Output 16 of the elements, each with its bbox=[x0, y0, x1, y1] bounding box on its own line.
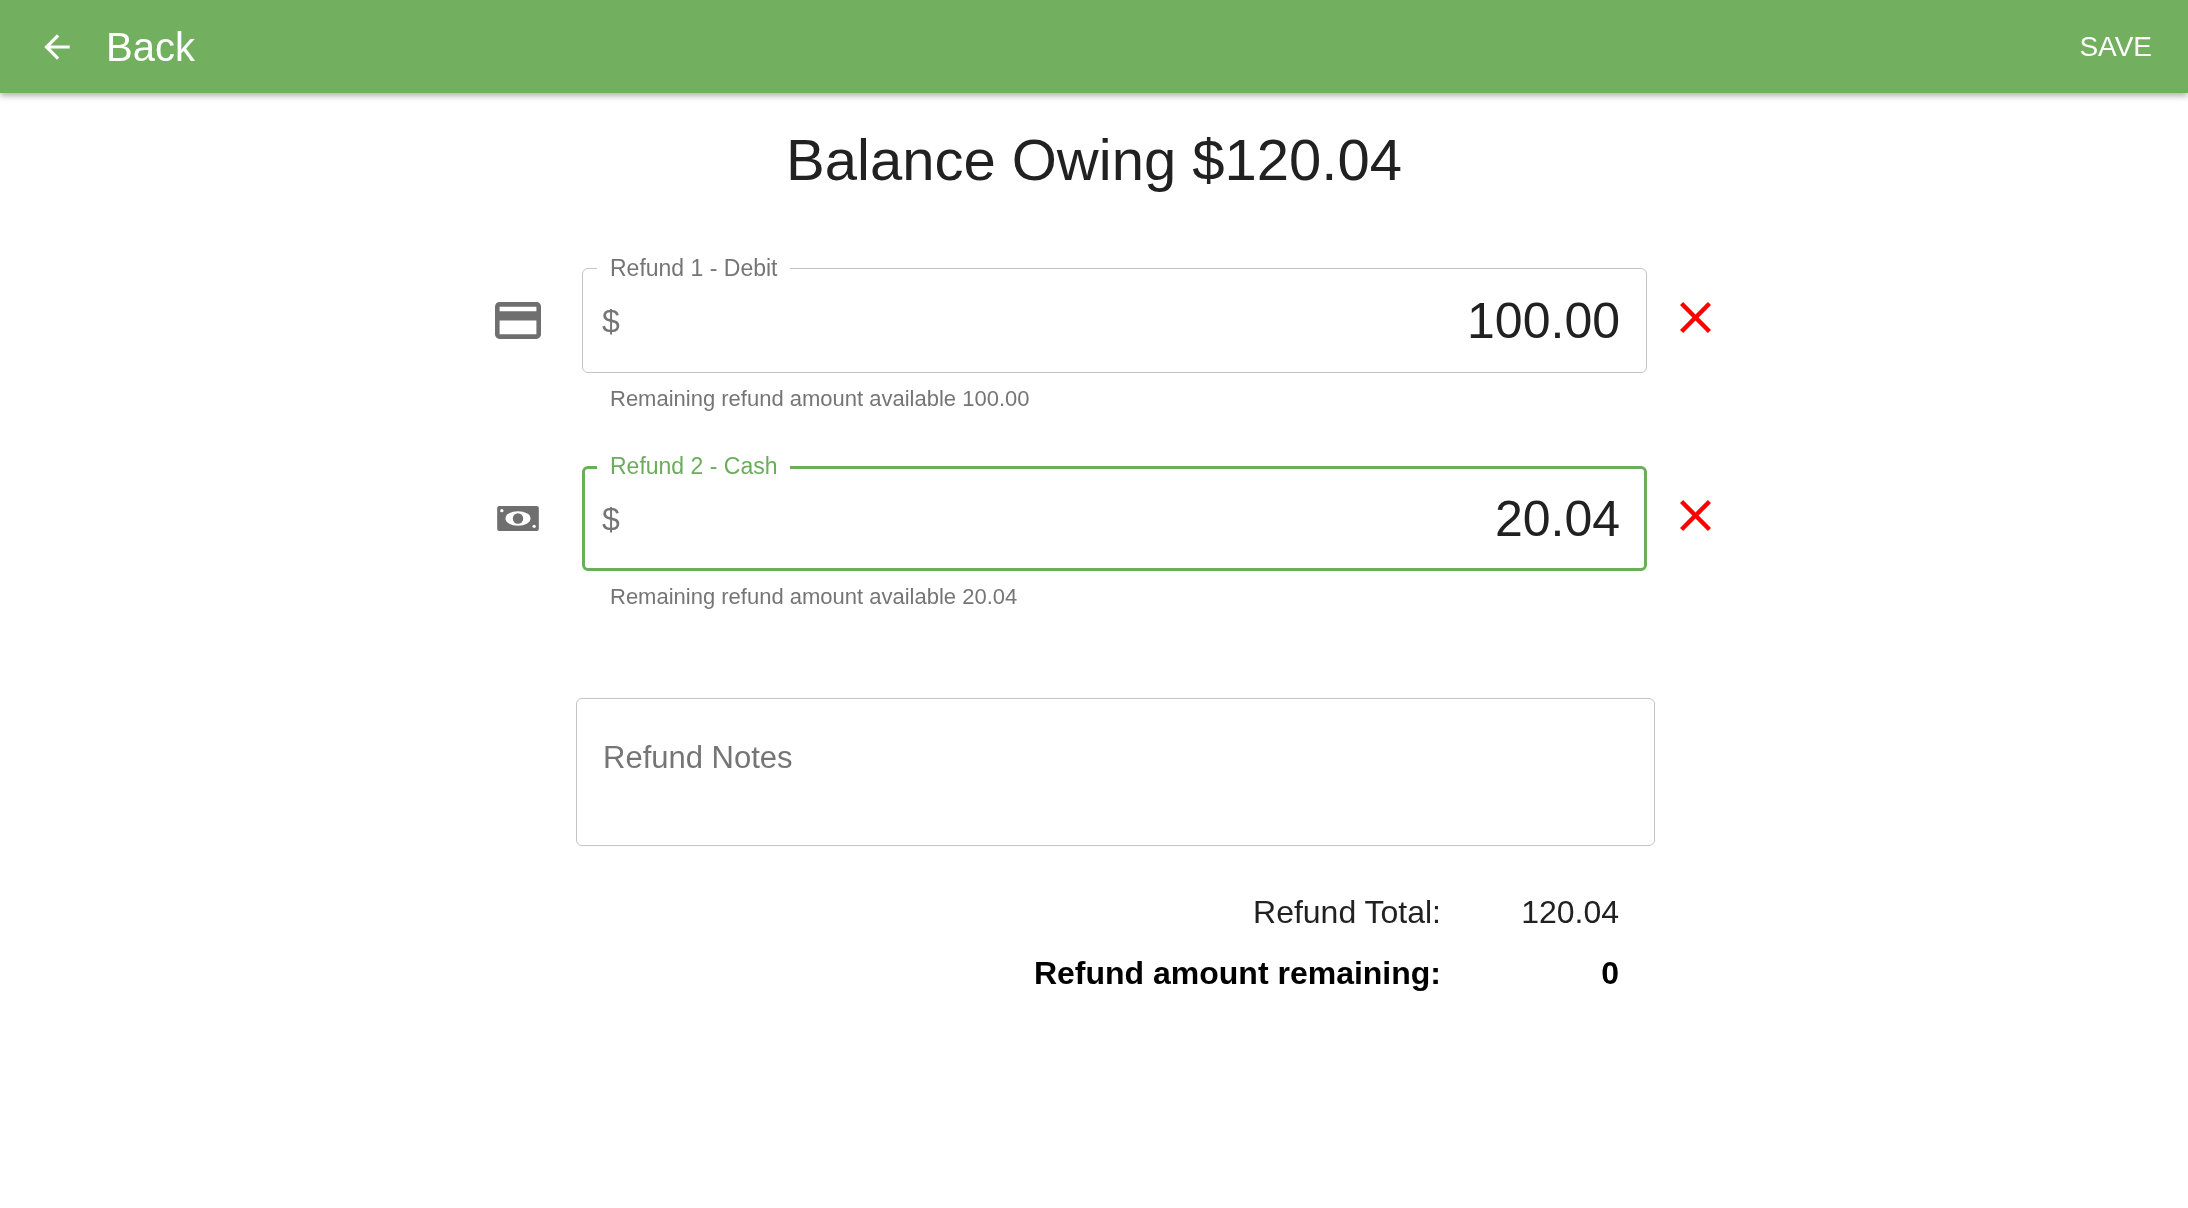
summary-value: 0 bbox=[1600, 954, 1619, 993]
remove-button[interactable] bbox=[1680, 302, 1711, 333]
page-title: Balance Owing $120.04 bbox=[785, 126, 1403, 194]
remove-button[interactable] bbox=[1680, 500, 1711, 531]
close-icon bbox=[1680, 302, 1711, 333]
summary-value: 120.04 bbox=[1520, 893, 1619, 932]
credit-card-icon bbox=[495, 302, 541, 339]
notes-field[interactable]: Refund Notes bbox=[576, 698, 1655, 846]
currency-prefix: $ bbox=[602, 500, 620, 538]
close-icon bbox=[1680, 500, 1711, 531]
summary-label: Refund amount remaining: bbox=[1033, 954, 1441, 993]
summary-label: Refund Total: bbox=[1253, 893, 1441, 932]
helper-text: Remaining refund amount available 20.04 bbox=[610, 584, 1018, 609]
currency-prefix: $ bbox=[602, 302, 620, 340]
helper-text: Remaining refund amount available 100.00 bbox=[610, 386, 1030, 411]
banknote-icon bbox=[497, 506, 539, 531]
